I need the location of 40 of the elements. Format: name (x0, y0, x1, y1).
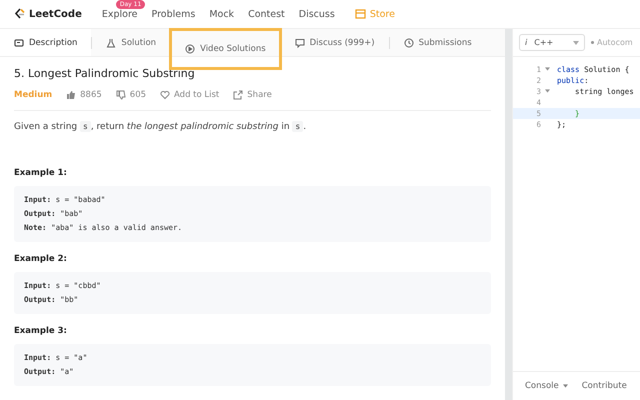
nav-link[interactable]: Explore (102, 8, 138, 20)
tab[interactable]: Submissions (390, 29, 486, 56)
dislike-button[interactable]: 605 (116, 90, 146, 100)
fold-caret-icon[interactable] (545, 88, 550, 92)
share-button[interactable]: Share (233, 90, 272, 100)
nav-link[interactable]: Mock (209, 8, 234, 20)
thumbs-up-icon (66, 90, 76, 100)
fold-caret-icon[interactable] (545, 66, 550, 70)
difficulty-label: Medium (14, 90, 52, 100)
thumbs-down-icon (116, 90, 126, 100)
document-icon (14, 38, 24, 48)
store-icon (354, 9, 366, 19)
nav-link[interactable]: Discuss (298, 8, 335, 20)
heart-icon (160, 90, 170, 100)
flask-icon (106, 38, 116, 48)
nav-link[interactable]: Problems (152, 8, 196, 20)
problem-description: Given a string s , return the longest palindromic substring in s . (14, 122, 308, 132)
language-dropdown[interactable]: i C++ (519, 34, 585, 51)
console-button[interactable]: Console (525, 381, 568, 391)
caret-icon (573, 40, 579, 44)
play-icon (185, 44, 196, 54)
logo-text: LeetCode (29, 8, 82, 20)
example-heading: Example 1: (14, 168, 68, 178)
tab[interactable]: Solution (92, 29, 170, 56)
tab[interactable]: Video Solutions (171, 30, 280, 68)
logo-icon (14, 8, 25, 20)
chat-icon (294, 38, 305, 48)
add-to-list-button[interactable]: Add to List (160, 90, 220, 100)
tab[interactable]: Description (0, 29, 92, 56)
clock-icon (404, 38, 414, 48)
nav-link[interactable]: Contest (248, 8, 285, 20)
like-button[interactable]: 8865 (66, 90, 102, 100)
contribute-button[interactable]: Contribute (582, 381, 627, 391)
tab[interactable]: Discuss (999+) (280, 29, 389, 56)
example-heading: Example 2: (14, 254, 68, 264)
autocomplete-label: Autocom (597, 38, 633, 47)
share-icon (233, 90, 244, 100)
example-heading: Example 3: (14, 326, 68, 336)
problem-title: 5. Longest Palindromic Substring (14, 67, 196, 80)
caret-icon (562, 384, 568, 388)
